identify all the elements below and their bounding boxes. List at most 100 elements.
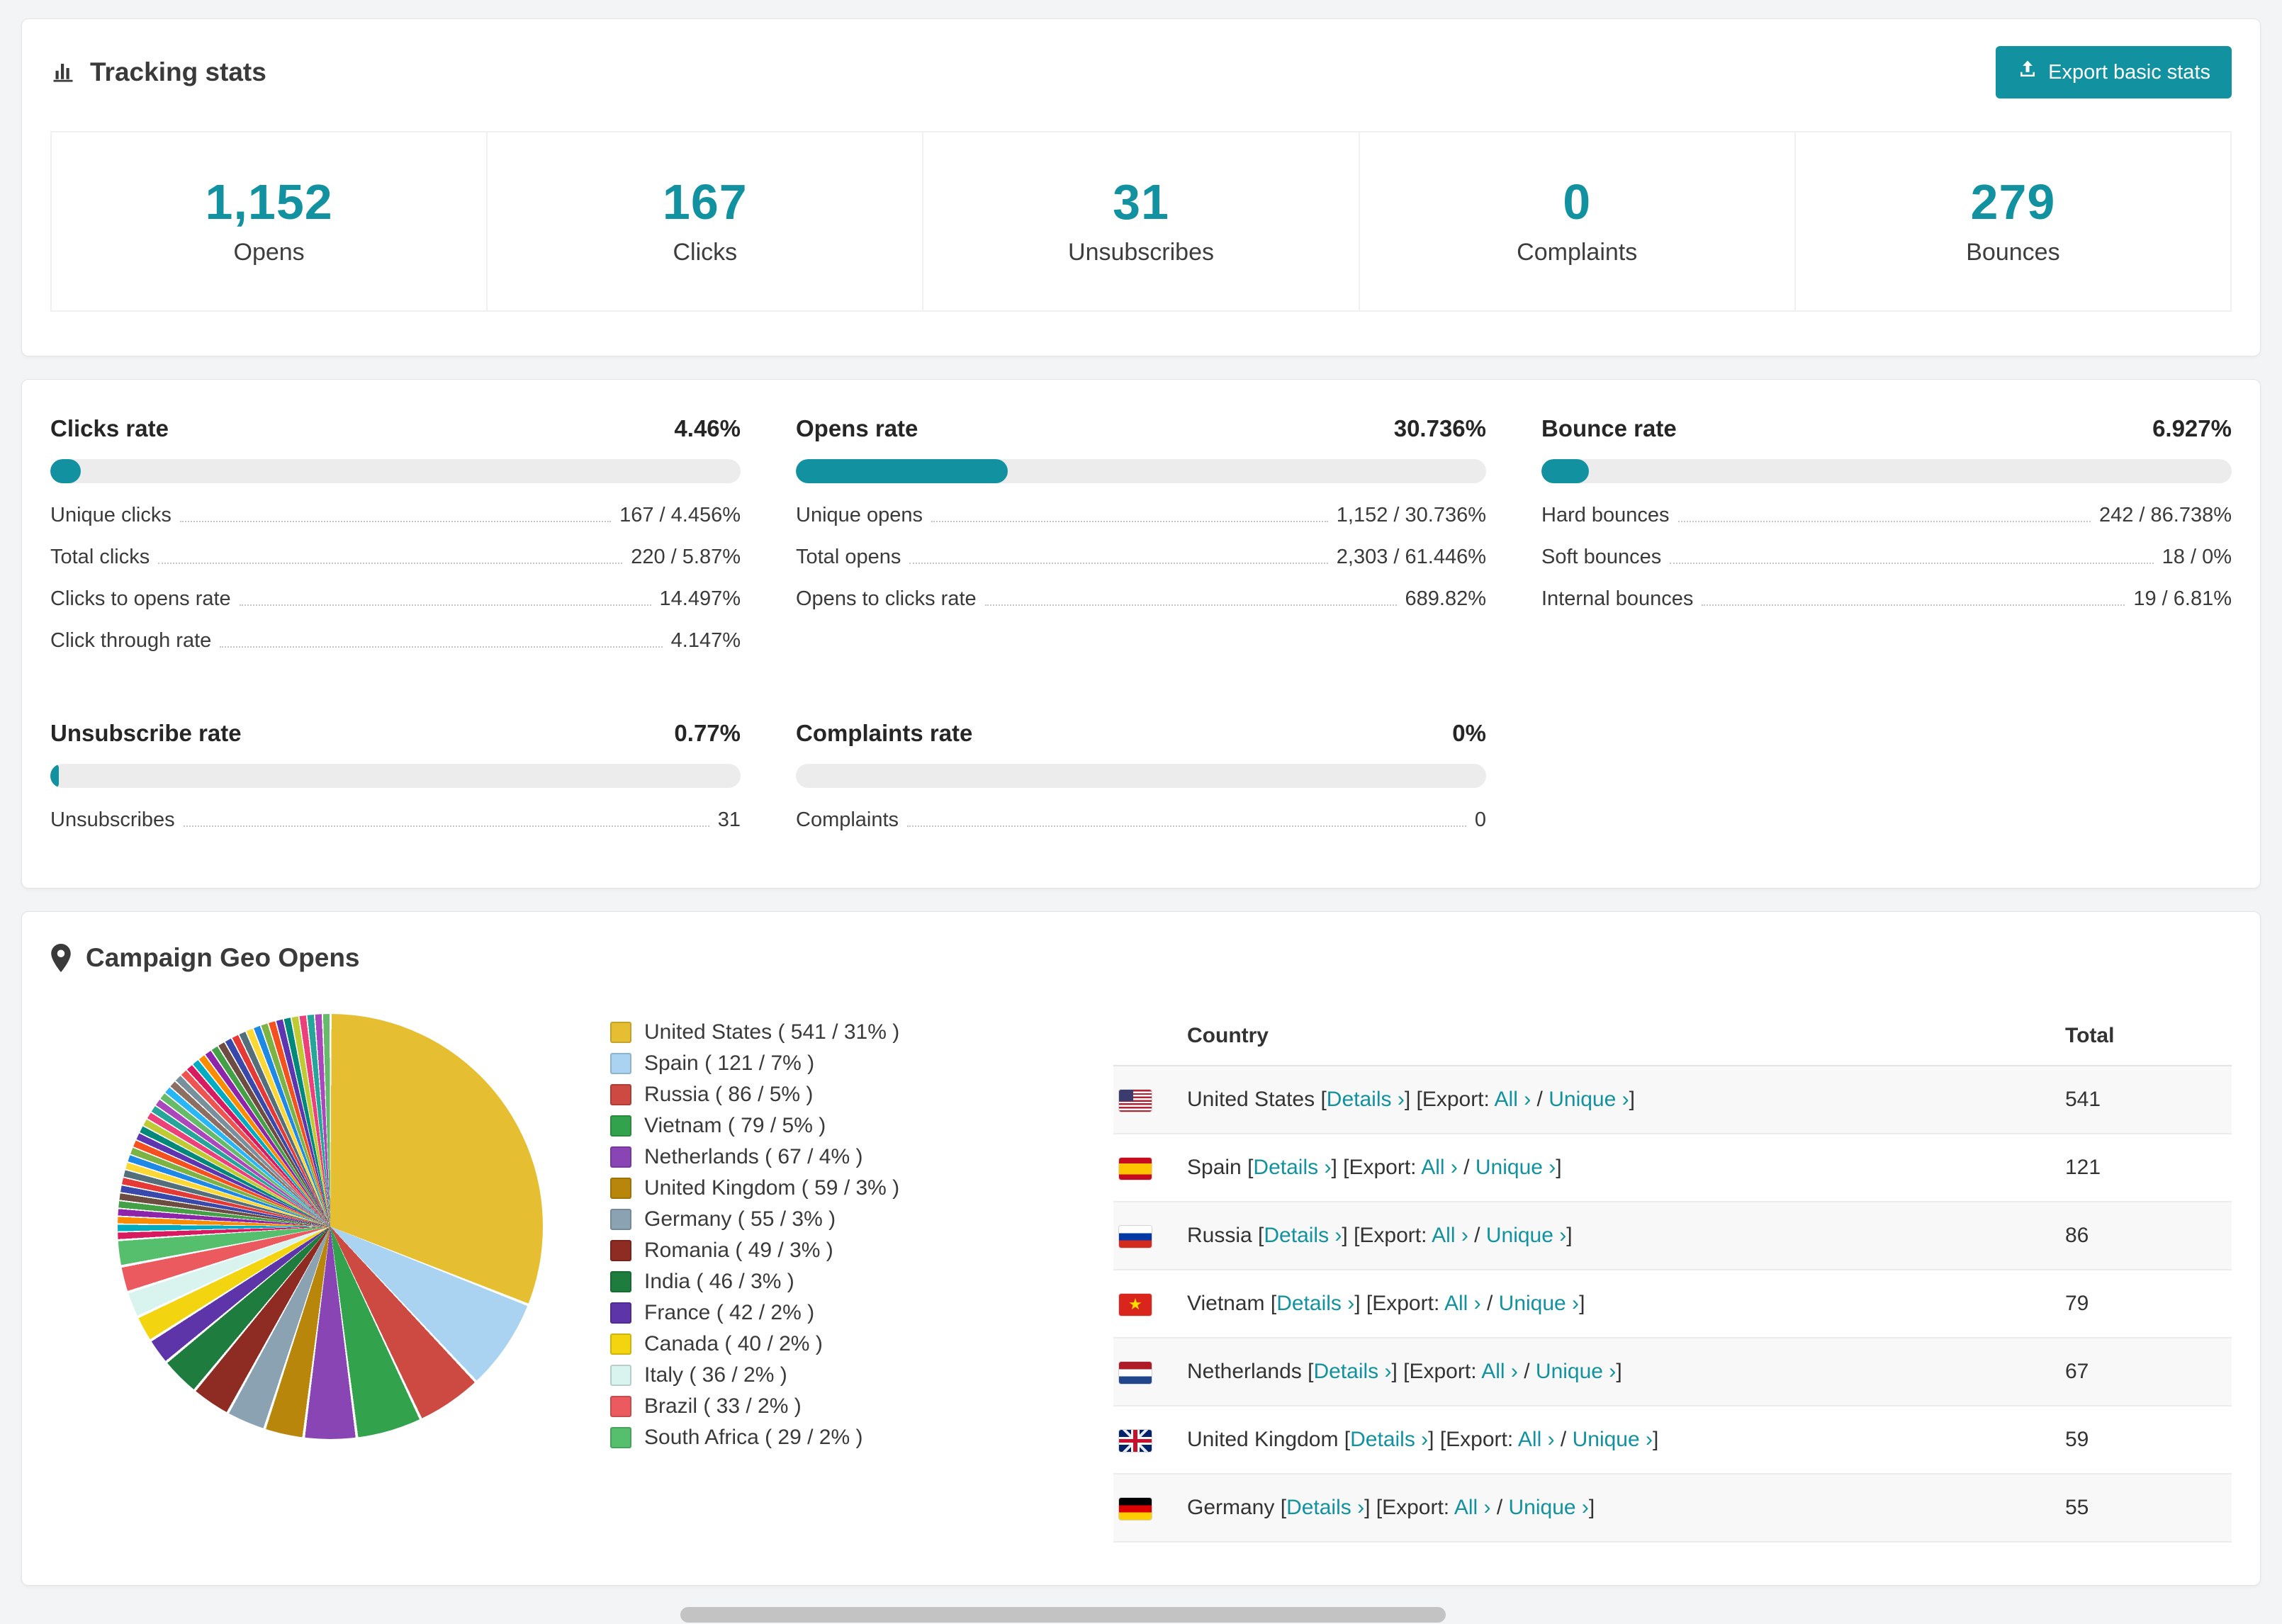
details-link[interactable]: Details › — [1276, 1292, 1354, 1315]
rate-stat-value: 2,303 / 61.446% — [1336, 546, 1486, 568]
rate-progress-bar — [50, 764, 741, 788]
export-all-link[interactable]: All › — [1421, 1156, 1458, 1179]
flag-cell — [1113, 1134, 1187, 1202]
geo-table-head: Country Total — [1113, 1014, 2232, 1066]
country-name: Germany — [1187, 1496, 1281, 1519]
geo-table-body: United States [Details ›] [Export: All ›… — [1113, 1066, 2232, 1543]
geo-content: United States ( 541 / 31% ) Spain ( 121 /… — [50, 1014, 2232, 1543]
table-row: Vietnam [Details ›] [Export: All › / Uni… — [1113, 1270, 2232, 1338]
rate-stat-row: Unique clicks 167 / 4.456% — [50, 495, 741, 536]
export-unique-link[interactable]: Unique › — [1548, 1088, 1629, 1111]
country-total: 59 — [2065, 1406, 2232, 1474]
rates-grid: Clicks rate 4.46% Unique clicks 167 / 4.456… — [50, 415, 2232, 841]
export-unique-link[interactable]: Unique › — [1476, 1156, 1556, 1179]
export-all-link[interactable]: All › — [1432, 1224, 1468, 1247]
export-all-link[interactable]: All › — [1495, 1088, 1531, 1111]
tracking-stats-card: Tracking stats Export basic stats 1,152 O… — [21, 18, 2261, 356]
rate-value: 4.46% — [674, 415, 741, 441]
details-link[interactable]: Details › — [1313, 1360, 1391, 1383]
legend-label: Romania ( 49 / 3% ) — [644, 1239, 833, 1262]
export-all-link[interactable]: All › — [1444, 1292, 1481, 1315]
rate-stat-value: 167 / 4.456% — [619, 504, 741, 526]
stat-boxes: 1,152 Opens 167 Clicks 31 Unsubscribes 0 Compla… — [50, 131, 2232, 312]
geo-table: Country Total United States [Details ›] … — [1113, 1014, 2232, 1543]
geo-card: Campaign Geo Opens United States ( 541 /… — [21, 911, 2261, 1586]
dotted-leader — [984, 604, 1397, 606]
country-cell: Vietnam [Details ›] [Export: All › / Uni… — [1187, 1270, 2065, 1338]
country-name: Netherlands — [1187, 1360, 1308, 1383]
export-all-link[interactable]: All › — [1518, 1428, 1555, 1451]
export-unique-link[interactable]: Unique › — [1573, 1428, 1653, 1451]
rate-stat-label: Opens to clicks rate — [796, 587, 977, 610]
gb-flag-icon — [1119, 1429, 1152, 1452]
rate-value: 6.927% — [2152, 415, 2232, 441]
map-pin-icon — [50, 944, 72, 972]
details-link[interactable]: Details › — [1327, 1088, 1405, 1111]
legend-item: Russia ( 86 / 5% ) — [610, 1079, 1113, 1110]
legend-item: France ( 42 / 2% ) — [610, 1297, 1113, 1329]
legend-item: Germany ( 55 / 3% ) — [610, 1204, 1113, 1235]
rate-stat-value: 31 — [717, 808, 741, 831]
dotted-leader — [1677, 521, 2091, 522]
country-name: United States — [1187, 1088, 1321, 1111]
horizontal-scrollbar-thumb[interactable] — [680, 1607, 1446, 1623]
export-unique-link[interactable]: Unique › — [1499, 1292, 1579, 1315]
stat-value: 279 — [1970, 174, 2056, 230]
country-cell: United States [Details ›] [Export: All ›… — [1187, 1066, 2065, 1134]
export-basic-stats-button[interactable]: Export basic stats — [1996, 46, 2232, 98]
dotted-leader — [239, 604, 651, 606]
rate-stat-label: Total clicks — [50, 546, 150, 568]
country-name: United Kingdom — [1187, 1428, 1344, 1451]
export-unique-link[interactable]: Unique › — [1536, 1360, 1616, 1383]
rate-stat-value: 14.497% — [659, 587, 741, 610]
de-flag-icon — [1119, 1497, 1152, 1520]
rate-value: 0% — [1452, 720, 1486, 746]
rate-stat-label: Click through rate — [50, 629, 212, 652]
details-link[interactable]: Details › — [1350, 1428, 1428, 1451]
legend-swatch — [610, 1209, 631, 1230]
rate-progress-bar — [796, 459, 1486, 483]
legend-swatch — [610, 1115, 631, 1137]
rate-header: Unsubscribe rate 0.77% — [50, 720, 741, 747]
legend-label: Italy ( 36 / 2% ) — [644, 1363, 787, 1387]
rate-stat-row: Total opens 2,303 / 61.446% — [796, 536, 1486, 578]
rate-stat-label: Unique clicks — [50, 504, 172, 526]
details-link[interactable]: Details › — [1253, 1156, 1331, 1179]
rate-stat-value: 242 / 86.738% — [2098, 504, 2232, 526]
stat-box: 279 Bounces — [1794, 131, 2232, 312]
rate-stat-label: Total opens — [796, 546, 901, 568]
legend-item: Canada ( 40 / 2% ) — [610, 1329, 1113, 1360]
rate-stat-row: Hard bounces 242 / 86.738% — [1541, 495, 2232, 536]
legend-label: France ( 42 / 2% ) — [644, 1301, 815, 1324]
details-link[interactable]: Details › — [1264, 1224, 1342, 1247]
details-link[interactable]: Details › — [1286, 1496, 1364, 1519]
export-all-link[interactable]: All › — [1454, 1496, 1491, 1519]
table-row: Spain [Details ›] [Export: All › / Uniqu… — [1113, 1134, 2232, 1202]
rate-stat-rows: Complaints 0 — [796, 799, 1486, 841]
rate-stat-label: Unique opens — [796, 504, 923, 526]
rate-progress-bar — [796, 764, 1486, 788]
table-row: Russia [Details ›] [Export: All › / Uniq… — [1113, 1202, 2232, 1270]
country-name: Spain — [1187, 1156, 1248, 1179]
flag-cell — [1113, 1406, 1187, 1474]
country-total: 55 — [2065, 1474, 2232, 1543]
export-unique-link[interactable]: Unique › — [1509, 1496, 1589, 1519]
rate-stat-row: Click through rate 4.147% — [50, 620, 741, 662]
legend-item: Brazil ( 33 / 2% ) — [610, 1391, 1113, 1422]
flag-cell — [1113, 1474, 1187, 1543]
export-all-link[interactable]: All › — [1481, 1360, 1518, 1383]
dotted-leader — [909, 563, 1328, 564]
legend-label: Russia ( 86 / 5% ) — [644, 1083, 814, 1106]
flag-cell — [1113, 1202, 1187, 1270]
country-name: Russia — [1187, 1224, 1259, 1247]
rate-block: Complaints rate 0% Complaints 0 — [796, 720, 1486, 841]
stat-box: 31 Unsubscribes — [922, 131, 1360, 312]
rate-stat-label: Unsubscribes — [50, 808, 175, 831]
export-unique-link[interactable]: Unique › — [1486, 1224, 1566, 1247]
country-cell: Russia [Details ›] [Export: All › / Uniq… — [1187, 1202, 2065, 1270]
rate-header: Clicks rate 4.46% — [50, 415, 741, 442]
rate-progress-bar — [50, 459, 741, 483]
export-icon — [2017, 59, 2038, 86]
country-total: 86 — [2065, 1202, 2232, 1270]
rate-header: Complaints rate 0% — [796, 720, 1486, 747]
